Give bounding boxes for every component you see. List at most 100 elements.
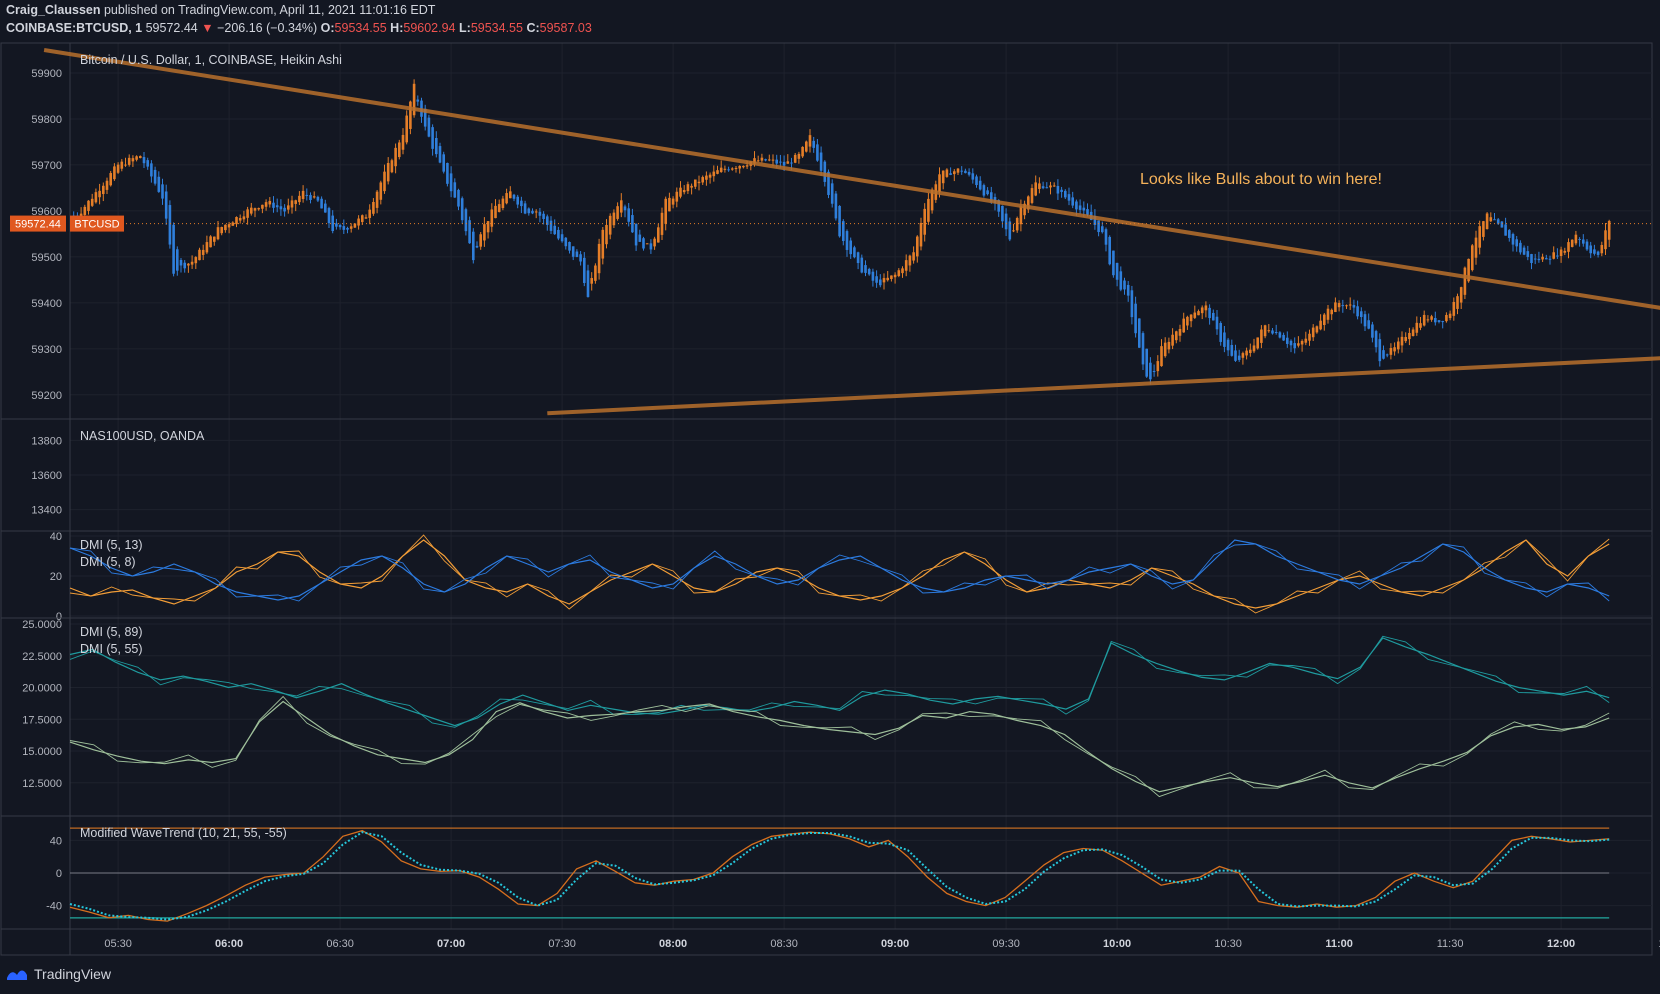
candle-body — [105, 180, 109, 190]
candle-body — [1234, 350, 1237, 361]
candle-body — [760, 157, 764, 161]
dmi-teal-line — [69, 637, 1610, 727]
candle-body — [575, 251, 579, 257]
candle-body — [882, 278, 886, 283]
candle-body — [1319, 320, 1322, 330]
candle-body — [242, 216, 246, 220]
candle-body — [708, 174, 712, 178]
candle-body — [1589, 245, 1592, 254]
candle-body — [1186, 316, 1189, 326]
y-tick-label: 59900 — [31, 68, 62, 80]
candle-body — [1378, 339, 1382, 362]
candle-body — [571, 246, 575, 257]
candle-body — [1297, 343, 1300, 346]
x-tick-label: 08:00 — [659, 938, 687, 950]
candle-body — [172, 224, 175, 274]
candle-body — [1049, 185, 1052, 188]
candle-body — [90, 198, 94, 206]
candle-body — [1570, 239, 1574, 247]
candle-body — [1360, 311, 1363, 318]
candle-body — [1178, 328, 1182, 336]
candle-body — [712, 171, 716, 177]
candle-body — [1304, 338, 1308, 343]
candle-body — [213, 236, 216, 242]
candle-body — [1075, 201, 1078, 210]
candle-body — [816, 144, 819, 161]
candle-body — [131, 158, 135, 162]
dmi-blue-line-2 — [69, 543, 1610, 602]
symbol-tag-label: BTCUSD — [74, 219, 119, 231]
chart-area[interactable]: 5990059800597005960059500594005930059200… — [0, 0, 1660, 994]
candle-body — [1019, 206, 1023, 225]
candle-body — [157, 176, 161, 192]
candle-body — [161, 184, 164, 199]
candle-body — [1456, 296, 1459, 309]
candle-body — [1363, 314, 1367, 327]
candle-body — [779, 161, 782, 163]
candle-body — [1119, 271, 1123, 290]
candle-body — [250, 207, 253, 214]
candle-body — [1593, 249, 1596, 254]
candle-body — [1563, 250, 1567, 253]
candle-body — [246, 209, 249, 218]
brand-label: TradingView — [34, 966, 112, 982]
candle-body — [1308, 333, 1311, 341]
candle-body — [986, 190, 989, 195]
candle-body — [1067, 194, 1071, 201]
candle-body — [1245, 350, 1248, 356]
candle-body — [1334, 302, 1337, 313]
candle-body — [1393, 347, 1396, 352]
candle-body — [83, 206, 87, 215]
candle-body — [227, 224, 231, 228]
candle-body — [1141, 333, 1145, 365]
candle-body — [446, 162, 449, 184]
candle-body — [486, 221, 490, 233]
x-tick-label: 09:30 — [992, 938, 1020, 950]
candle-body — [142, 157, 146, 164]
x-tick-label: 07:30 — [548, 938, 576, 950]
candle-body — [897, 270, 901, 276]
candle-body — [701, 177, 704, 183]
candle-body — [819, 152, 823, 171]
tradingview-brand[interactable]: TradingView — [6, 966, 111, 982]
candle-body — [834, 193, 838, 219]
candle-body — [1567, 242, 1570, 252]
x-tick-label: 11:30 — [1437, 938, 1464, 950]
candle-body — [1596, 251, 1600, 255]
candle-body — [1323, 314, 1326, 326]
candle-body — [1260, 329, 1263, 343]
candle-body — [283, 207, 286, 212]
candle-body — [301, 190, 305, 199]
candle-body — [1274, 332, 1278, 334]
y-tick-label: 59200 — [31, 390, 62, 402]
candle-body — [1071, 197, 1074, 206]
candle-body — [1452, 301, 1456, 316]
y-tick-label: 40 — [50, 531, 62, 543]
candle-body — [1311, 327, 1315, 338]
dmi-sage-line-2 — [69, 695, 1610, 798]
candle-body — [497, 204, 501, 212]
candle-body — [494, 205, 497, 219]
chart-annotation: Looks like Bulls about to win here! — [1140, 171, 1382, 188]
candle-body — [409, 101, 412, 129]
candle-body — [305, 194, 309, 196]
candle-body — [194, 257, 198, 264]
candle-body — [1330, 309, 1333, 315]
candle-body — [209, 236, 212, 248]
candle-body — [867, 269, 871, 275]
last-price-label: 59572.44 — [15, 219, 61, 231]
candle-body — [1522, 247, 1526, 255]
candle-body — [146, 160, 149, 167]
dmi-legend: DMI (5, 55) — [80, 642, 143, 656]
candle-body — [1411, 329, 1415, 337]
candle-body — [1182, 318, 1185, 333]
candle-body — [586, 270, 590, 297]
candle-body — [238, 218, 242, 221]
candle-body — [490, 209, 494, 227]
candle-body — [1223, 332, 1226, 347]
candle-body — [823, 161, 827, 182]
candle-body — [312, 196, 316, 198]
candle-body — [327, 208, 331, 224]
x-tick-label: 06:30 — [326, 938, 354, 950]
candle-body — [967, 171, 971, 175]
